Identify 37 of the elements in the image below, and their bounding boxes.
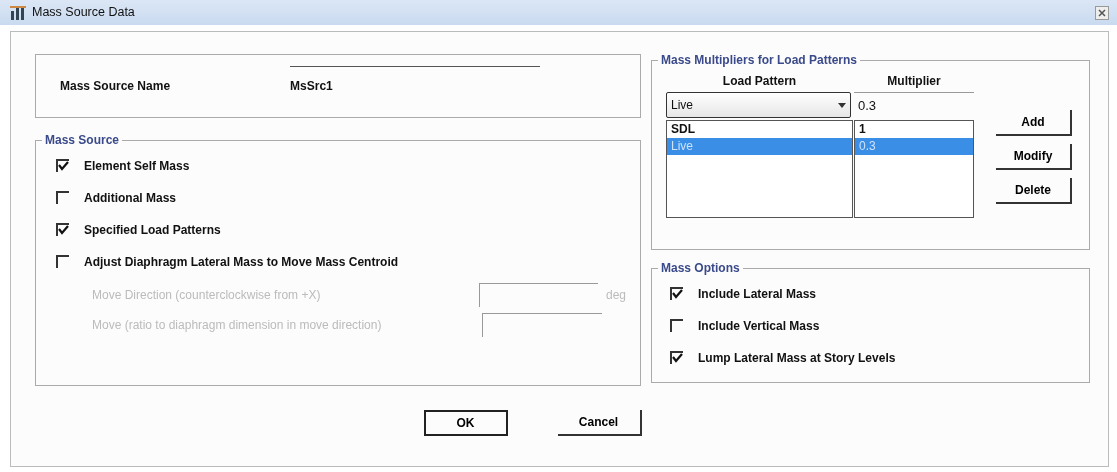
checkbox[interactable] (56, 223, 70, 237)
window-title: Mass Source Data (32, 4, 135, 22)
checkbox-label: Include Vertical Mass (698, 318, 820, 335)
group-title: Mass Multipliers for Load Patterns (660, 54, 859, 66)
checkbox[interactable] (56, 159, 70, 173)
side-button[interactable]: Delete (996, 178, 1072, 204)
list-item[interactable]: SDL (667, 121, 852, 138)
dialog-button[interactable]: Cancel (557, 410, 642, 436)
checkbox-label: Lump Lateral Mass at Story Levels (698, 350, 896, 367)
checkbox-label: Adjust Diaphragm Lateral Mass to Move Mass Centroid (84, 254, 399, 271)
field-label: Move Direction (counterclockwise from +X) (92, 287, 322, 304)
group-title: Mass Options (660, 262, 741, 274)
checkbox[interactable] (56, 191, 70, 205)
field-label: Mass Source Name (60, 78, 171, 95)
column-header: Load Pattern (721, 73, 798, 90)
side-button[interactable]: Modify (996, 144, 1072, 170)
checkbox-label: Additional Mass (84, 190, 176, 207)
checkbox[interactable] (670, 319, 684, 333)
dialog-button[interactable]: OK (423, 410, 508, 436)
group-title: Mass Source (44, 134, 121, 146)
close-icon[interactable] (1095, 5, 1109, 20)
checkbox[interactable] (670, 351, 684, 365)
caret-icon (838, 102, 846, 108)
unit-label: deg (605, 287, 626, 304)
name-field[interactable]: MsSrc1 (290, 65, 541, 95)
checkbox[interactable] (670, 287, 684, 301)
checkbox-label: Element Self Mass (84, 158, 190, 175)
checkbox-label: Include Lateral Mass (698, 286, 817, 303)
checkbox-label: Specified Load Patterns (84, 222, 221, 239)
side-button[interactable]: Add (996, 110, 1072, 136)
field-label: Move (ratio to diaphragm dimension in move direction) (92, 317, 383, 334)
list-item[interactable]: 1 (855, 121, 973, 138)
load-pattern-dropdown[interactable]: Live (666, 92, 851, 118)
checkbox[interactable] (56, 255, 70, 269)
multiplier-field[interactable]: 0.3 (854, 92, 974, 118)
column-header: Multiplier (886, 73, 942, 90)
app-icon (10, 4, 28, 21)
